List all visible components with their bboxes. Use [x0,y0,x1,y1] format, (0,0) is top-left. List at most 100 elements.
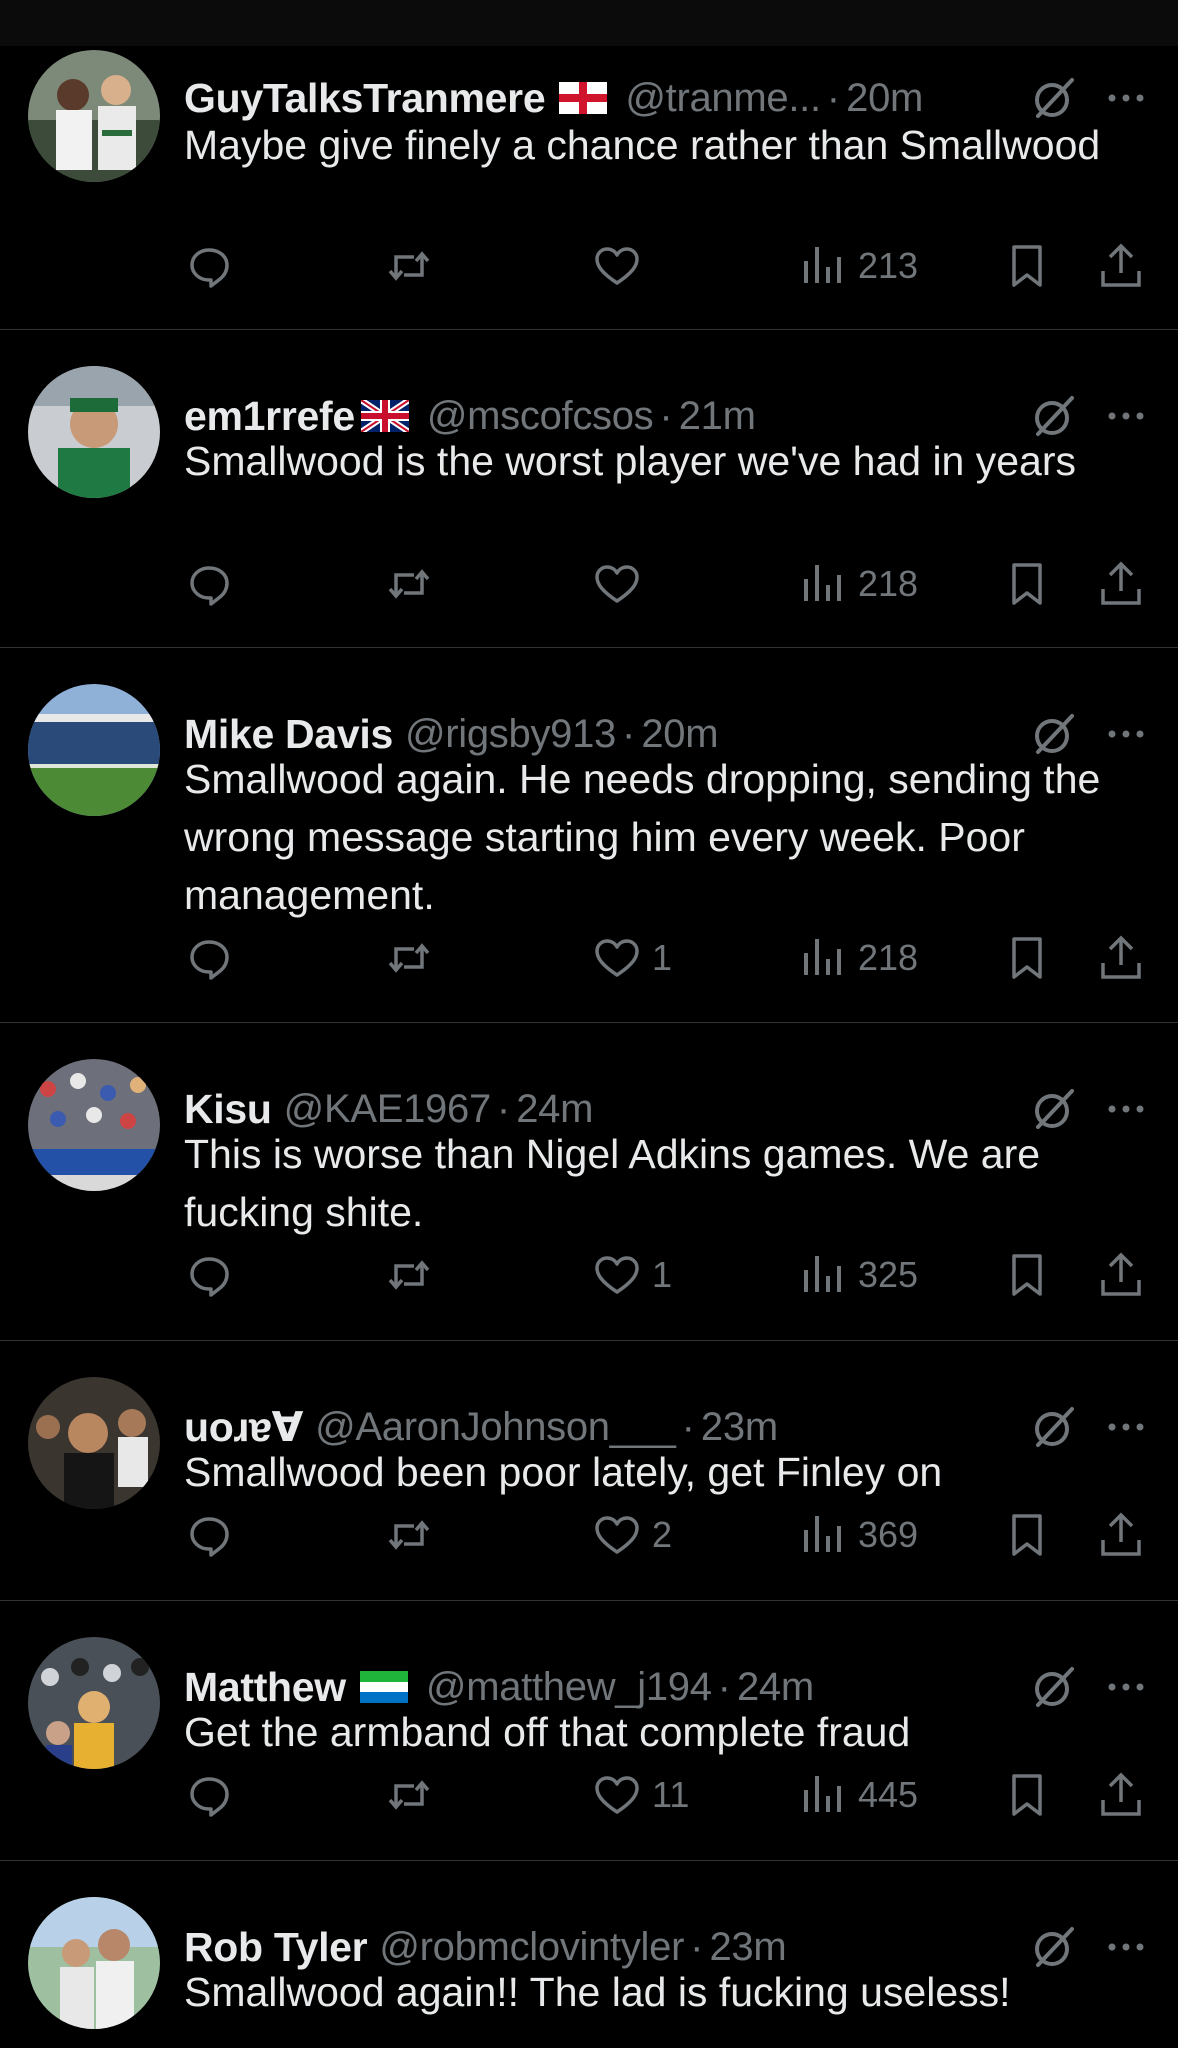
views-icon [798,1250,848,1300]
reply-button[interactable] [184,236,234,296]
avatar[interactable] [28,50,160,182]
reply-button[interactable] [184,928,234,988]
tweet-text: Smallwood is the worst player we've had … [184,438,1077,484]
retweet-icon [384,241,434,291]
retweet-button[interactable] [384,236,434,296]
bookmark-icon [1002,241,1052,291]
share-button[interactable] [1096,1245,1146,1305]
avatar[interactable] [28,1897,160,2029]
views-count: 325 [858,1254,919,1295]
views-button[interactable]: 218 [798,928,918,988]
views-count: 213 [858,245,919,286]
views-count: 445 [858,1774,919,1815]
share-button[interactable] [1096,1505,1146,1565]
retweet-icon [384,933,434,983]
bookmark-icon [1002,1250,1052,1300]
display-name[interactable]: GuyTalksTranmere [184,75,546,122]
reply-button[interactable] [184,1505,234,1565]
heart-icon [592,933,642,983]
heart-icon [592,1510,642,1560]
tweet[interactable]: uoɹɐ∀ @AaronJohnson___ · 23m Smallwood b… [0,1341,1178,1601]
share-button[interactable] [1096,1765,1146,1825]
like-button[interactable]: 1 [592,928,672,988]
share-icon [1096,933,1146,983]
like-button[interactable]: 11 [592,1765,689,1825]
action-bar: 213 [184,236,1178,296]
reply-icon [184,933,234,983]
views-button[interactable]: 218 [798,554,918,614]
tweet[interactable]: Mike Davis @rigsby913 · 20m Smallwood ag… [0,648,1178,1023]
views-icon [798,1510,848,1560]
tweet-text: Smallwood been poor lately, get Finley o… [184,1449,943,1495]
views-icon [798,933,848,983]
avatar[interactable] [28,684,160,816]
share-icon [1096,1510,1146,1560]
uk-flag-icon [360,400,409,432]
bookmark-button[interactable] [1002,1505,1052,1565]
reply-button[interactable] [184,554,234,614]
share-button[interactable] [1096,554,1146,614]
views-button[interactable]: 369 [798,1505,918,1565]
grok-icon[interactable] [1030,74,1078,122]
views-icon [798,1770,848,1820]
tweet-text: Maybe give finely a chance rather than S… [184,122,1101,168]
heart-icon [592,559,642,609]
bookmark-button[interactable] [1002,1765,1052,1825]
avatar[interactable] [28,366,160,498]
avatar[interactable] [28,1637,160,1769]
tweet[interactable]: em1rrefe @mscofcsos · 21m Smallwood is t… [0,330,1178,648]
views-icon [798,559,848,609]
retweet-icon [384,559,434,609]
bookmark-button[interactable] [1002,1245,1052,1305]
timestamp[interactable]: 20m [846,76,923,121]
retweet-button[interactable] [384,1765,434,1825]
heart-icon [592,1770,642,1820]
bookmark-icon [1002,933,1052,983]
status-bar [0,0,1178,46]
action-bar: 11 445 [184,1765,1178,1825]
like-count: 11 [652,1774,690,1815]
retweet-button[interactable] [384,1245,434,1305]
like-button[interactable]: 1 [592,1245,672,1305]
avatar[interactable] [28,1377,160,1509]
retweet-button[interactable] [384,554,434,614]
bookmark-icon [1002,559,1052,609]
reply-button[interactable] [184,1245,234,1305]
bookmark-button[interactable] [1002,928,1052,988]
share-icon [1096,1770,1146,1820]
reply-icon [184,241,234,291]
like-button[interactable] [592,554,652,614]
retweet-button[interactable] [384,1505,434,1565]
bookmark-button[interactable] [1002,554,1052,614]
bookmark-button[interactable] [1002,236,1052,296]
tweet-text: Smallwood again!! The lad is fucking use… [184,1969,1011,2015]
reply-icon [184,559,234,609]
more-icon[interactable] [1102,74,1150,122]
reply-icon [184,1770,234,1820]
like-button[interactable]: 2 [592,1505,672,1565]
bookmark-icon [1002,1510,1052,1560]
share-button[interactable] [1096,236,1146,296]
avatar[interactable] [28,1059,160,1191]
action-bar: 2 369 [184,1505,1178,1565]
share-icon [1096,241,1146,291]
tweet[interactable]: Matthew @matthew_j194 · 24m Get the armb… [0,1601,1178,1861]
views-count: 218 [858,563,919,604]
tweet[interactable]: Rob Tyler @robmclovintyler · 23m Smallwo… [0,1861,1178,2048]
retweet-icon [384,1510,434,1560]
sierra-leone-flag-icon [359,1671,408,1703]
share-button[interactable] [1096,928,1146,988]
views-button[interactable]: 445 [798,1765,918,1825]
views-button[interactable]: 325 [798,1245,918,1305]
views-button[interactable]: 213 [798,236,918,296]
reply-icon [184,1510,234,1560]
reply-button[interactable] [184,1765,234,1825]
handle[interactable]: @tranme... [625,76,821,121]
tweet[interactable]: Kisu @KAE1967 · 24m This is worse than N… [0,1023,1178,1341]
tweet-text: This is worse than Nigel Adkins games. W… [184,1131,1041,1235]
retweet-button[interactable] [384,928,434,988]
like-button[interactable] [592,236,652,296]
like-count: 2 [652,1514,673,1555]
tweet[interactable]: GuyTalksTranmere @tranme... · 20m Maybe … [0,46,1178,330]
like-count: 1 [652,937,673,978]
